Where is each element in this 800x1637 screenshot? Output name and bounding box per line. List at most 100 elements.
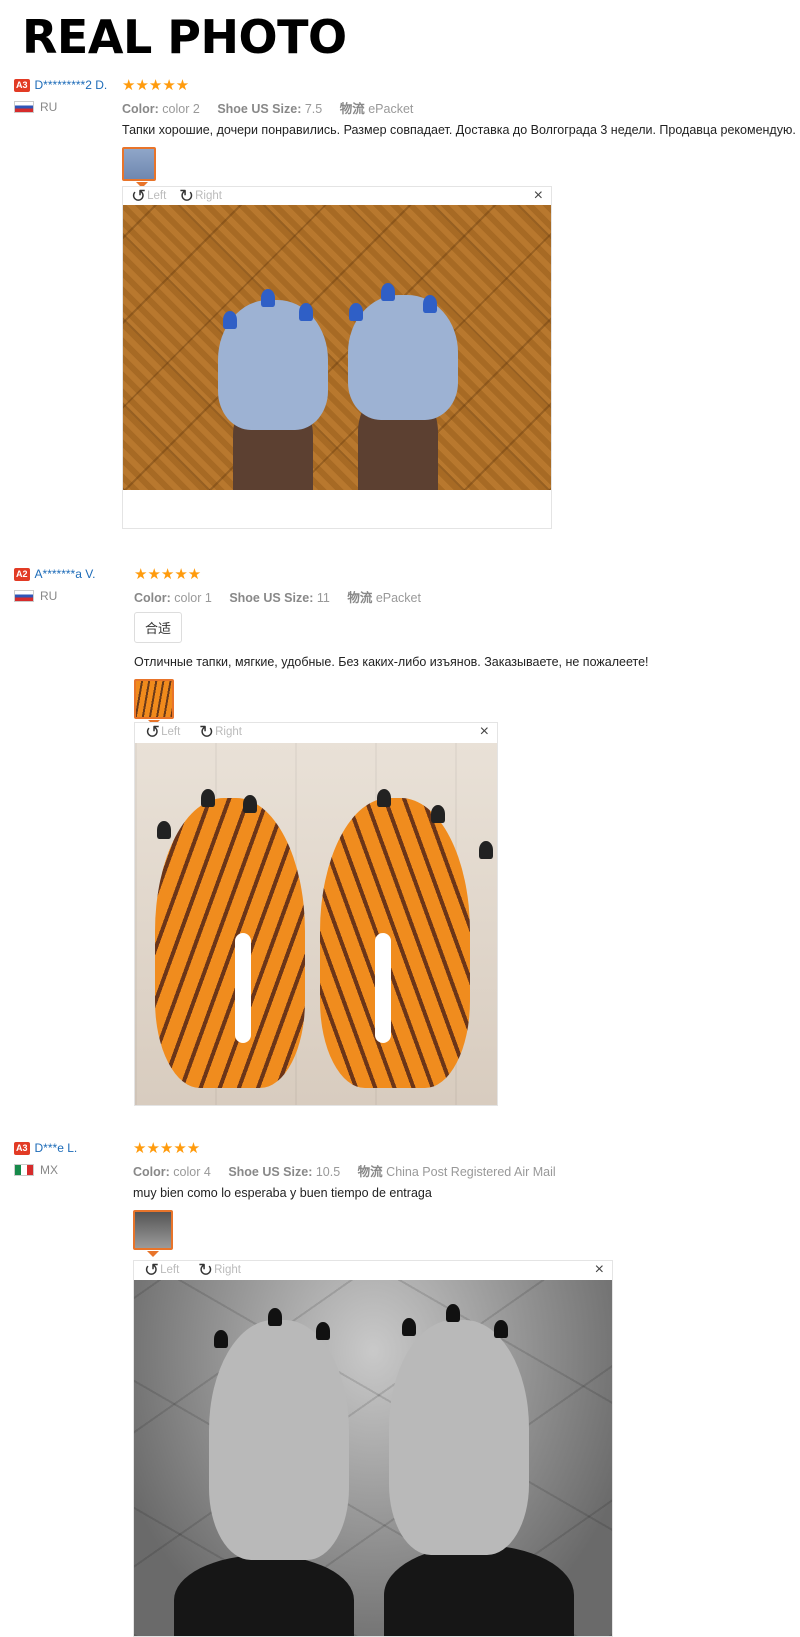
close-icon[interactable]: × bbox=[534, 187, 543, 205]
slipper-shape bbox=[209, 1320, 349, 1560]
rotate-left-button[interactable]: ↺ Left bbox=[144, 1261, 179, 1279]
claw-shape bbox=[243, 795, 257, 813]
star-rating: ★★★★★ bbox=[122, 77, 190, 94]
country-code: RU bbox=[40, 589, 58, 603]
viewer-toolbar: ↺ Left ↻ Right × bbox=[134, 1261, 612, 1279]
rotate-left-icon: ↺ bbox=[145, 722, 161, 742]
level-badge: A3 bbox=[14, 1142, 30, 1155]
reviewer-country: RU bbox=[14, 100, 122, 114]
review-content: ★★★★★ Color: color 4 Shoe US Size: 10.5 … bbox=[133, 1141, 570, 1257]
russia-flag-icon bbox=[14, 590, 34, 602]
rotate-left-label: Left bbox=[160, 1264, 180, 1276]
rotate-left-button[interactable]: ↺ Left bbox=[131, 187, 166, 205]
reviewer-country: RU bbox=[14, 589, 122, 603]
slipper-shape bbox=[389, 1320, 529, 1555]
claw-shape bbox=[494, 1320, 508, 1338]
slipper-shape bbox=[348, 295, 458, 420]
shipping-label: 物流 bbox=[357, 1165, 383, 1179]
reviewer-info: A2 A*******a V. RU bbox=[14, 567, 122, 603]
review-text: Тапки хорошие, дочери понравились. Разме… bbox=[122, 123, 796, 137]
rotate-left-icon: ↺ bbox=[131, 186, 147, 206]
shipping-label: 物流 bbox=[347, 591, 373, 605]
close-icon[interactable]: × bbox=[480, 723, 489, 741]
claw-shape bbox=[201, 789, 215, 807]
review-content: ★★★★★ Color: color 1 Shoe US Size: 11 物流… bbox=[134, 566, 649, 726]
reviewer-name[interactable]: D***e L. bbox=[35, 1141, 78, 1155]
reviewer-info: A3 D*********2 D. RU bbox=[14, 78, 122, 114]
claw-shape bbox=[381, 283, 395, 301]
mexico-flag-icon bbox=[14, 1164, 34, 1176]
level-badge: A3 bbox=[14, 79, 30, 92]
close-icon[interactable]: × bbox=[595, 1261, 604, 1279]
claw-shape bbox=[299, 303, 313, 321]
color-label: Color: bbox=[134, 591, 171, 605]
color-label: Color: bbox=[122, 102, 159, 116]
size-label: Shoe US Size: bbox=[217, 102, 302, 116]
review-photo-thumbnail[interactable] bbox=[134, 679, 174, 726]
rotate-right-button[interactable]: ↻ Right bbox=[198, 1261, 241, 1279]
size-value: 11 bbox=[316, 591, 330, 605]
rotate-right-label: Right bbox=[195, 190, 222, 202]
shipping-value: ePacket bbox=[368, 102, 414, 116]
review-photo[interactable] bbox=[134, 1280, 612, 1636]
reviewer-name[interactable]: D*********2 D. bbox=[35, 78, 108, 92]
rotate-right-label: Right bbox=[215, 726, 242, 738]
country-code: RU bbox=[40, 100, 58, 114]
shipping-value: ePacket bbox=[375, 591, 421, 605]
color-value: color 1 bbox=[174, 591, 212, 605]
photo-viewer: ↺ Left ↻ Right × bbox=[122, 186, 552, 529]
claw-shape bbox=[349, 303, 363, 321]
reviewer-info: A3 D***e L. MX bbox=[14, 1141, 122, 1177]
color-label: Color: bbox=[133, 1165, 170, 1179]
claw-shape bbox=[431, 805, 445, 823]
page-title: REAL PHOTO bbox=[22, 10, 347, 64]
claw-shape bbox=[214, 1330, 228, 1348]
rotate-right-icon: ↻ bbox=[199, 722, 215, 742]
claw-shape bbox=[446, 1304, 460, 1322]
rotate-right-label: Right bbox=[214, 1264, 241, 1276]
reviewer-name[interactable]: A*******a V. bbox=[35, 567, 96, 581]
review-photo-thumbnail[interactable] bbox=[122, 147, 156, 188]
color-value: color 2 bbox=[162, 102, 200, 116]
claw-shape bbox=[223, 311, 237, 329]
rotate-right-button[interactable]: ↻ Right bbox=[179, 187, 222, 205]
slipper-shape bbox=[155, 798, 305, 1088]
rotate-right-icon: ↻ bbox=[198, 1260, 214, 1280]
shipping-value: China Post Registered Air Mail bbox=[386, 1165, 556, 1179]
russia-flag-icon bbox=[14, 101, 34, 113]
claw-shape bbox=[316, 1322, 330, 1340]
size-label: Shoe US Size: bbox=[229, 591, 314, 605]
photo-viewer: ↺ Left ↻ Right × bbox=[134, 722, 498, 1106]
rotate-right-button[interactable]: ↻ Right bbox=[199, 723, 242, 741]
claw-shape bbox=[479, 841, 493, 859]
review-meta: Color: color 1 Shoe US Size: 11 物流 ePack… bbox=[134, 587, 649, 606]
rotate-right-icon: ↻ bbox=[179, 186, 195, 206]
claw-shape bbox=[268, 1308, 282, 1326]
rotate-left-label: Left bbox=[147, 190, 167, 202]
reviewer-country: MX bbox=[14, 1163, 122, 1177]
rotate-left-label: Left bbox=[161, 726, 181, 738]
viewer-toolbar: ↺ Left ↻ Right × bbox=[135, 723, 497, 741]
review-photo[interactable] bbox=[123, 205, 551, 490]
claw-shape bbox=[402, 1318, 416, 1336]
review-meta: Color: color 2 Shoe US Size: 7.5 物流 ePac… bbox=[122, 98, 796, 117]
claw-shape bbox=[377, 789, 391, 807]
size-value: 7.5 bbox=[304, 102, 323, 116]
sole-lining bbox=[235, 933, 251, 1043]
leg-shape bbox=[384, 1545, 574, 1636]
leg-shape bbox=[174, 1555, 354, 1636]
slipper-shape bbox=[320, 798, 470, 1088]
claw-shape bbox=[261, 289, 275, 307]
star-rating: ★★★★★ bbox=[134, 566, 202, 583]
review-photo[interactable] bbox=[135, 743, 497, 1105]
shipping-label: 物流 bbox=[339, 102, 365, 116]
photo-viewer: ↺ Left ↻ Right × bbox=[133, 1260, 613, 1637]
rotate-left-button[interactable]: ↺ Left bbox=[145, 723, 180, 741]
country-code: MX bbox=[40, 1163, 58, 1177]
color-value: color 4 bbox=[173, 1165, 211, 1179]
review-tag: 合适 bbox=[134, 612, 183, 643]
claw-shape bbox=[423, 295, 437, 313]
review-photo-thumbnail[interactable] bbox=[133, 1210, 173, 1257]
review-meta: Color: color 4 Shoe US Size: 10.5 物流 Chi… bbox=[133, 1161, 570, 1180]
sole-lining bbox=[375, 933, 391, 1043]
